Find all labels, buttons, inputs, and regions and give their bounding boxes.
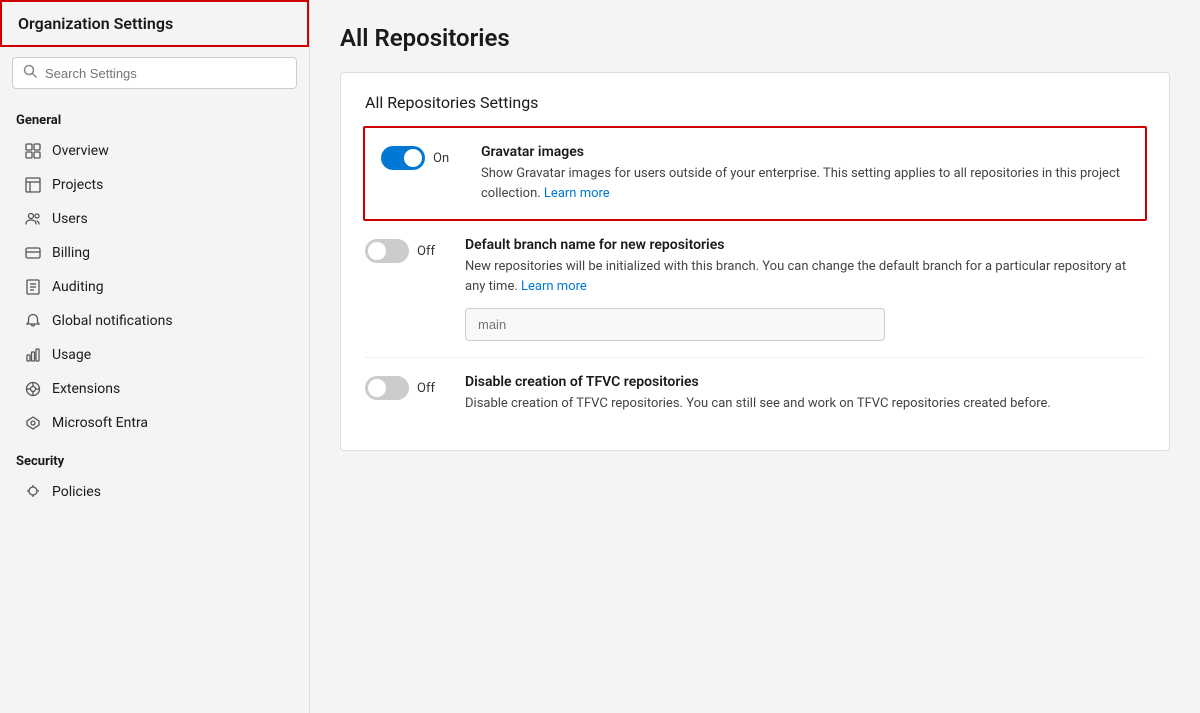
default-branch-info: Default branch name for new repositories…: [465, 237, 1145, 341]
bell-icon: [24, 312, 42, 330]
main-content: All Repositories All Repositories Settin…: [310, 0, 1200, 713]
setting-row-default-branch: Off Default branch name for new reposito…: [365, 221, 1145, 358]
sidebar-item-label: Global notifications: [52, 313, 173, 329]
usage-icon: [24, 346, 42, 364]
gravatar-desc: Show Gravatar images for users outside o…: [481, 164, 1129, 203]
sidebar: Organization Settings General Overview: [0, 0, 310, 713]
sidebar-title: Organization Settings: [18, 14, 173, 33]
toggle-area-gravatar: On: [381, 144, 461, 170]
policies-icon: [24, 483, 42, 501]
search-box[interactable]: [12, 57, 297, 89]
auditing-icon: [24, 278, 42, 296]
sidebar-item-users[interactable]: Users: [0, 202, 309, 236]
sidebar-item-extensions[interactable]: Extensions: [0, 372, 309, 406]
toggle-thumb: [404, 149, 422, 167]
users-icon: [24, 210, 42, 228]
tfvc-desc: Disable creation of TFVC repositories. Y…: [465, 394, 1145, 414]
gravatar-toggle[interactable]: [381, 146, 425, 170]
gravatar-learn-more-link[interactable]: Learn more: [544, 186, 610, 201]
sidebar-title-bar: Organization Settings: [0, 0, 309, 47]
gravatar-info: Gravatar images Show Gravatar images for…: [481, 144, 1129, 203]
section-label-general: General: [0, 99, 309, 134]
search-input[interactable]: [45, 66, 286, 81]
tfvc-toggle[interactable]: [365, 376, 409, 400]
sidebar-item-overview[interactable]: Overview: [0, 134, 309, 168]
tfvc-toggle-label: Off: [417, 381, 435, 396]
sidebar-item-label: Microsoft Entra: [52, 415, 148, 431]
sidebar-item-microsoft-entra[interactable]: Microsoft Entra: [0, 406, 309, 440]
tfvc-info: Disable creation of TFVC repositories Di…: [465, 374, 1145, 414]
sidebar-nav: General Overview Projects: [0, 99, 309, 713]
gravatar-toggle-label: On: [433, 151, 449, 166]
default-branch-desc: New repositories will be initialized wit…: [465, 257, 1145, 296]
sidebar-item-label: Projects: [52, 177, 103, 193]
sidebar-item-global-notifications[interactable]: Global notifications: [0, 304, 309, 338]
section-label-security: Security: [0, 440, 309, 475]
setting-row-tfvc: Off Disable creation of TFVC repositorie…: [365, 358, 1145, 430]
sidebar-item-label: Usage: [52, 347, 91, 363]
sidebar-item-label: Auditing: [52, 279, 104, 295]
sidebar-item-label: Billing: [52, 245, 90, 261]
sidebar-item-label: Users: [52, 211, 88, 227]
gravatar-title: Gravatar images: [481, 144, 1129, 160]
sidebar-item-label: Overview: [52, 143, 109, 159]
default-branch-toggle-label: Off: [417, 244, 435, 259]
grid-icon: [24, 142, 42, 160]
settings-card: All Repositories Settings On Gravatar im…: [340, 72, 1170, 451]
sidebar-item-usage[interactable]: Usage: [0, 338, 309, 372]
search-icon: [23, 64, 37, 82]
sidebar-item-label: Policies: [52, 484, 101, 500]
toggle-thumb: [368, 379, 386, 397]
sidebar-item-label: Extensions: [52, 381, 120, 397]
sidebar-item-projects[interactable]: Projects: [0, 168, 309, 202]
billing-icon: [24, 244, 42, 262]
tfvc-title: Disable creation of TFVC repositories: [465, 374, 1145, 390]
sidebar-item-policies[interactable]: Policies: [0, 475, 309, 509]
projects-icon: [24, 176, 42, 194]
sidebar-item-billing[interactable]: Billing: [0, 236, 309, 270]
entra-icon: [24, 414, 42, 432]
setting-row-gravatar: On Gravatar images Show Gravatar images …: [363, 126, 1147, 221]
toggle-thumb: [368, 242, 386, 260]
card-title: All Repositories Settings: [365, 93, 1145, 112]
default-branch-toggle[interactable]: [365, 239, 409, 263]
extensions-icon: [24, 380, 42, 398]
toggle-area-tfvc: Off: [365, 374, 445, 400]
default-branch-learn-more-link[interactable]: Learn more: [521, 279, 587, 294]
sidebar-item-auditing[interactable]: Auditing: [0, 270, 309, 304]
default-branch-title: Default branch name for new repositories: [465, 237, 1145, 253]
branch-name-input[interactable]: [465, 308, 885, 341]
page-title: All Repositories: [340, 24, 1170, 52]
toggle-area-default-branch: Off: [365, 237, 445, 263]
